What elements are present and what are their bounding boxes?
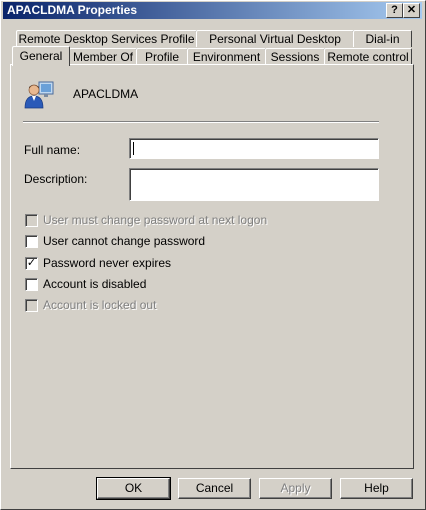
text-caret <box>133 142 134 155</box>
tab-general[interactable]: General <box>12 46 70 66</box>
option-label: Account is locked out <box>43 298 157 312</box>
tab-personal-virtual-desktop[interactable]: Personal Virtual Desktop <box>196 30 354 47</box>
tab-profile[interactable]: Profile <box>136 48 188 65</box>
close-icon: ✕ <box>406 4 417 16</box>
tab-remote-desktop-services-profile[interactable]: Remote Desktop Services Profile <box>16 30 197 47</box>
username-label: APACLDMA <box>73 87 139 101</box>
option-label[interactable]: Account is disabled <box>43 277 146 291</box>
tab-sessions[interactable]: Sessions <box>265 48 325 65</box>
properties-dialog: APACLDMA Properties ? ✕ Remote Desktop S… <box>0 0 426 510</box>
tab-label: Sessions <box>270 50 320 64</box>
option-label[interactable]: User cannot change password <box>43 234 205 248</box>
tab-label: General <box>19 49 63 63</box>
tab-remote-control[interactable]: Remote control <box>324 48 412 65</box>
tab-label: Dial-in <box>365 32 400 46</box>
separator <box>23 121 379 123</box>
tab-label: Personal Virtual Desktop <box>209 32 341 46</box>
apply-button[interactable]: Apply <box>259 478 332 499</box>
help-dialog-button[interactable]: Help <box>340 478 413 499</box>
checkbox[interactable] <box>25 278 38 291</box>
tab-label: Remote control <box>327 50 409 64</box>
option-label: User must change password at next logon <box>43 213 268 227</box>
tab-label: Environment <box>192 50 261 64</box>
help-button[interactable]: ? <box>386 3 403 18</box>
tab-label: Member Of <box>72 50 133 64</box>
tab-label: Profile <box>144 50 179 64</box>
user-icon <box>24 81 54 109</box>
check-icon: ✓ <box>26 257 37 269</box>
help-icon: ? <box>391 4 398 16</box>
tab-dial-in[interactable]: Dial-in <box>353 30 412 47</box>
checkbox[interactable] <box>25 235 38 248</box>
cancel-button[interactable]: Cancel <box>178 478 251 499</box>
tab-member-of[interactable]: Member Of <box>69 48 137 65</box>
tab-label: Remote Desktop Services Profile <box>18 32 195 46</box>
general-tab-panel: APACLDMA Full name: Description: User mu… <box>10 64 414 469</box>
option-label[interactable]: Password never expires <box>43 256 171 270</box>
ok-button[interactable]: OK <box>96 477 171 500</box>
title-bar[interactable]: APACLDMA Properties ? ✕ <box>3 2 422 19</box>
tab-environment[interactable]: Environment <box>187 48 266 65</box>
checkbox <box>25 214 38 227</box>
full-name-field[interactable] <box>129 138 379 159</box>
close-button[interactable]: ✕ <box>403 3 420 18</box>
checkbox[interactable]: ✓ <box>25 257 38 270</box>
checkbox <box>25 299 38 312</box>
description-label: Description: <box>24 172 88 186</box>
full-name-label: Full name: <box>24 143 81 157</box>
window-title: APACLDMA Properties <box>7 3 138 17</box>
description-field[interactable] <box>129 168 379 201</box>
